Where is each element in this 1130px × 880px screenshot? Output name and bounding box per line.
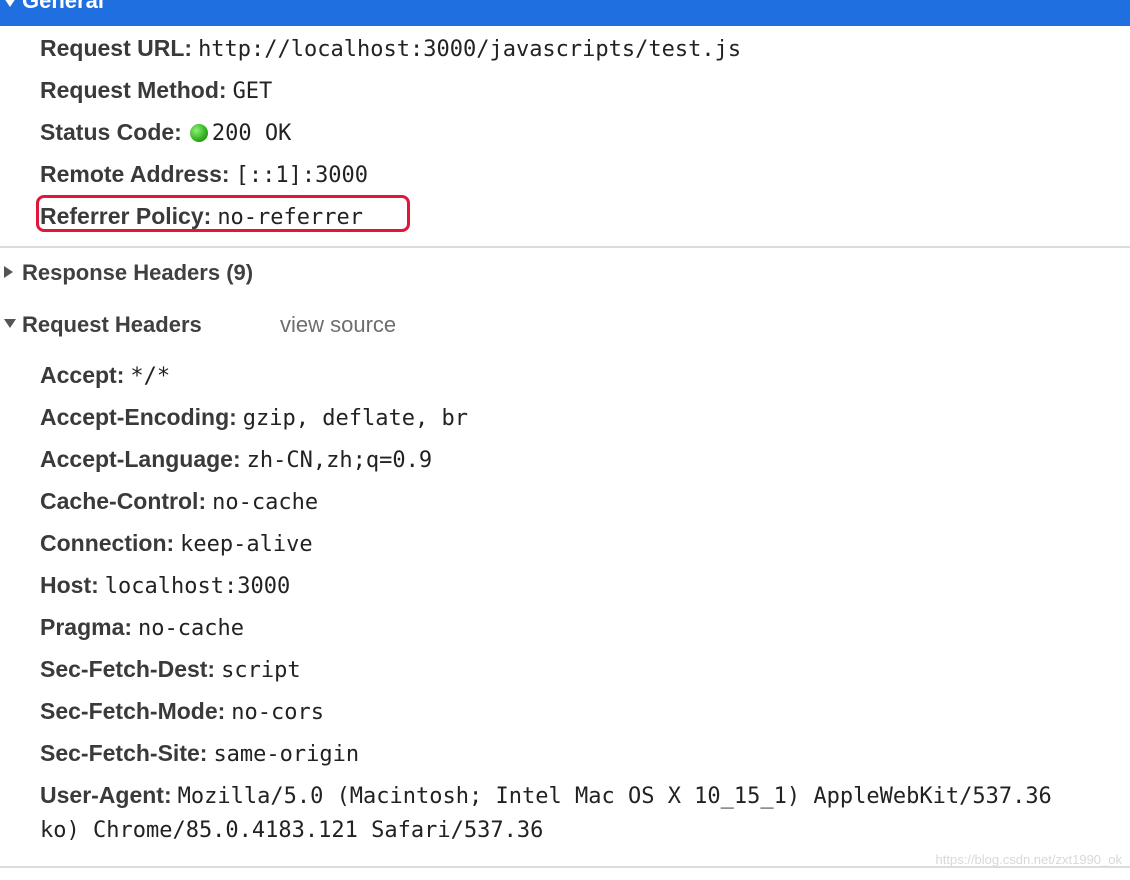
collapse-triangle-icon (4, 319, 16, 328)
request-header-row: Sec-Fetch-Dest: script (40, 654, 301, 686)
header-key: Pragma: (40, 614, 133, 640)
request-header-row: Host: localhost:3000 (40, 570, 290, 602)
remote-address-row: Remote Address: [::1]:3000 (40, 159, 368, 191)
header-value: zh-CN,zh;q=0.9 (246, 448, 433, 473)
response-headers-toggle[interactable]: Response Headers (9) (4, 260, 253, 286)
header-key: Request Method: (40, 77, 227, 103)
status-ok-icon (189, 124, 208, 142)
request-header-row: Accept-Encoding: gzip, deflate, br (40, 402, 468, 434)
header-value: gzip, deflate, br (242, 406, 468, 431)
request-header-row: Sec-Fetch-Mode: no-cors (40, 696, 324, 728)
general-section-header[interactable]: General (0, 0, 1130, 26)
request-header-row: Accept-Language: zh-CN,zh;q=0.9 (40, 444, 432, 476)
request-method-row: Request Method: GET (40, 75, 272, 107)
header-key: Sec-Fetch-Dest: (40, 656, 216, 682)
header-key: Remote Address: (40, 161, 230, 187)
request-url-row: Request URL: http://localhost:3000/javasc… (40, 33, 741, 65)
request-header-row: User-Agent: Mozilla/5.0 (Macintosh; Intel… (40, 780, 1130, 812)
header-value: keep-alive (180, 532, 313, 557)
request-header-row: Pragma: no-cache (40, 612, 244, 644)
header-value: no-cache (212, 490, 319, 515)
header-value: [::1]:3000 (235, 163, 369, 188)
header-key: Request URL: (40, 35, 193, 61)
header-key: Connection: (40, 530, 175, 556)
header-key: Sec-Fetch-Mode: (40, 698, 226, 724)
request-header-row: Accept: */* (40, 360, 170, 392)
header-value: same-origin (213, 742, 360, 767)
divider (0, 246, 1130, 248)
request-header-row: Cache-Control: no-cache (40, 486, 318, 518)
collapse-triangle-icon (4, 0, 16, 7)
header-value: no-cache (138, 616, 245, 641)
user-agent-continuation: ko) Chrome/85.0.4183.121 Safari/537.36 (40, 818, 544, 843)
header-value: no-cors (231, 700, 325, 725)
header-value: localhost:3000 (104, 574, 291, 599)
status-code-row: Status Code: 200 OK (40, 117, 291, 149)
header-value: 200 OK (211, 121, 292, 146)
header-key: Status Code: (40, 119, 182, 145)
expand-triangle-icon (4, 266, 13, 278)
header-key: Host: (40, 572, 99, 598)
header-value: */* (130, 364, 171, 389)
header-key: User-Agent: (40, 782, 172, 808)
highlight-box (36, 195, 410, 232)
header-key: Accept-Language: (40, 446, 241, 472)
response-headers-label: Response Headers (9) (22, 260, 254, 285)
request-header-row: Connection: keep-alive (40, 528, 313, 560)
header-value: Mozilla/5.0 (Macintosh; Intel Mac OS X 1… (177, 784, 1052, 809)
header-value: GET (232, 79, 273, 104)
view-source-link[interactable]: view source (280, 312, 396, 338)
header-key: Sec-Fetch-Site: (40, 740, 208, 766)
header-value: script (221, 658, 301, 683)
request-headers-toggle[interactable]: Request Headers (4, 312, 202, 338)
watermark: https://blog.csdn.net/zxt1990_ok (935, 852, 1122, 867)
header-key: Cache-Control: (40, 488, 207, 514)
header-value: http://localhost:3000/javascripts/test.j… (198, 37, 742, 62)
header-key: Accept: (40, 362, 125, 388)
general-section-title: General (22, 0, 104, 13)
request-header-row: Sec-Fetch-Site: same-origin (40, 738, 359, 770)
header-key: Accept-Encoding: (40, 404, 237, 430)
request-headers-label: Request Headers (22, 312, 202, 337)
